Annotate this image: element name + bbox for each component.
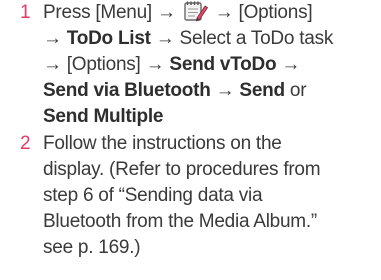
step-1-line-4: Send via Bluetooth → Send or (43, 78, 379, 104)
step-1-line-3: → [Options] → Send vToDo → (43, 52, 379, 78)
step-2-line-4: Bluetooth from the Media Album.” (43, 211, 317, 232)
step-body: Press [Menu] → → [Options] → ToDo List →… (43, 0, 379, 130)
arrow: → (43, 28, 62, 49)
arrow: → (281, 54, 301, 75)
step-2-line-2: display. (Refer to procedures from (43, 159, 321, 180)
send-multiple-label: Send Multiple (43, 106, 164, 127)
press-menu-text: Press [Menu] → (43, 2, 176, 23)
select-task-text: → Select a ToDo task (155, 28, 334, 49)
or-text: or (289, 80, 307, 101)
send-vtodo-label: Send vToDo (169, 54, 277, 75)
step-number: 2 (20, 133, 31, 154)
step-1-line-1: Press [Menu] → → [Options] (43, 0, 379, 26)
notepad-pen-icon (183, 0, 208, 22)
todo-list-label: ToDo List (66, 28, 151, 49)
step-1: 1 Press [Menu] → → [Options] → ToDo List… (0, 0, 381, 130)
step-1-line-2: → ToDo List → Select a ToDo task (43, 26, 379, 52)
step-2: 2 Follow the instructions on the display… (0, 131, 381, 266)
step-2-line-3: step 6 of “Sending data via (43, 185, 263, 206)
step-body: Follow the instructions on the display. … (43, 131, 379, 261)
send-label: Send (239, 80, 285, 101)
step-number: 1 (20, 2, 31, 23)
step-2-line-5: see p. 169.) (43, 237, 141, 258)
instruction-steps: 1 Press [Menu] → → [Options] → ToDo List… (0, 0, 381, 258)
step-1-line-5: Send Multiple (43, 104, 379, 130)
send-via-bluetooth-label: Send via Bluetooth (43, 80, 211, 101)
options-text: → [Options] (214, 2, 313, 23)
arrow: → (215, 80, 235, 101)
step-2-line-1: Follow the instructions on the (43, 133, 282, 154)
options-arrow-text: → [Options] → (43, 54, 165, 75)
